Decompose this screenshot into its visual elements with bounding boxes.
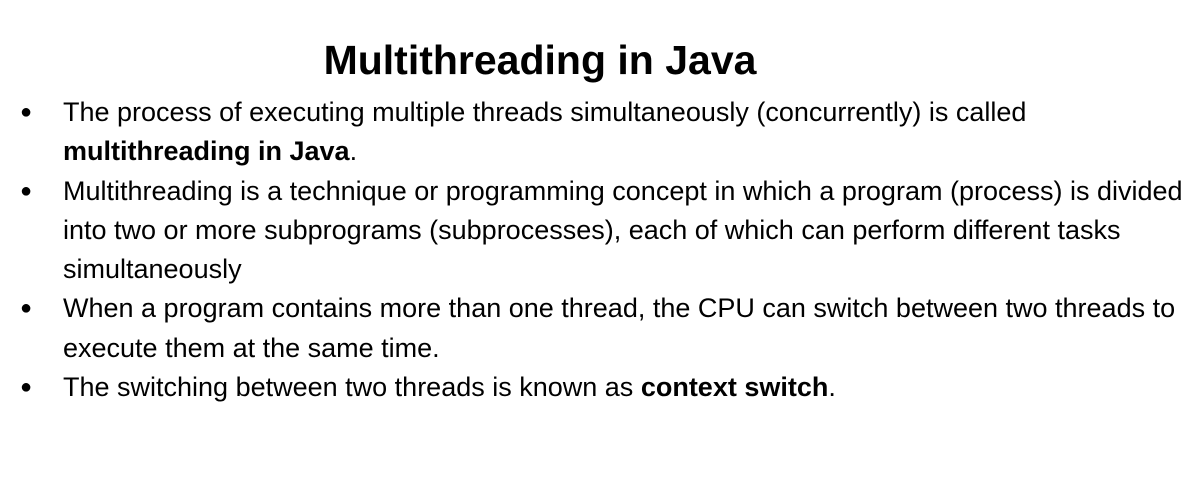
bullet-dot-icon: ● bbox=[20, 297, 33, 320]
bullet-dot-icon: ● bbox=[20, 101, 33, 123]
bullet-item: ● Multithreading is a technique or progr… bbox=[18, 172, 1188, 290]
bullet-text: The process of executing multiple thread… bbox=[63, 97, 1026, 166]
bullet-dot-icon: ● bbox=[20, 376, 33, 399]
bullet-item: ● The switching between two threads is k… bbox=[18, 368, 1188, 407]
bullet-text: Multithreading is a technique or program… bbox=[63, 176, 1183, 285]
bullet-item: ● The process of executing multiple thre… bbox=[18, 93, 1188, 172]
bullet-text-tail: . bbox=[828, 372, 836, 403]
bullet-item: ● When a program contains more than one … bbox=[18, 289, 1188, 368]
bullet-text: When a program contains more than one th… bbox=[63, 293, 1175, 362]
bullet-list: ● The process of executing multiple thre… bbox=[18, 93, 1188, 407]
bullet-text-plain: The switching between two threads is kno… bbox=[63, 372, 641, 403]
bullet-text: The switching between two threads is kno… bbox=[63, 372, 836, 402]
bullet-dot-icon: ● bbox=[20, 179, 33, 202]
bullet-text-plain: The process of executing multiple thread… bbox=[63, 97, 1027, 127]
slide-title: Multithreading in Java bbox=[323, 37, 757, 83]
bullet-text-bold: context switch bbox=[640, 372, 829, 403]
bullet-text-tail: . bbox=[349, 136, 358, 167]
slide: Multithreading in Java ● The process of … bbox=[0, 0, 1204, 496]
bullet-text-bold: multithreading in Java bbox=[63, 136, 350, 167]
bullet-text-plain: Multithreading is a technique or program… bbox=[63, 175, 1183, 285]
bullet-text-plain: When a program contains more than one th… bbox=[63, 293, 1176, 363]
